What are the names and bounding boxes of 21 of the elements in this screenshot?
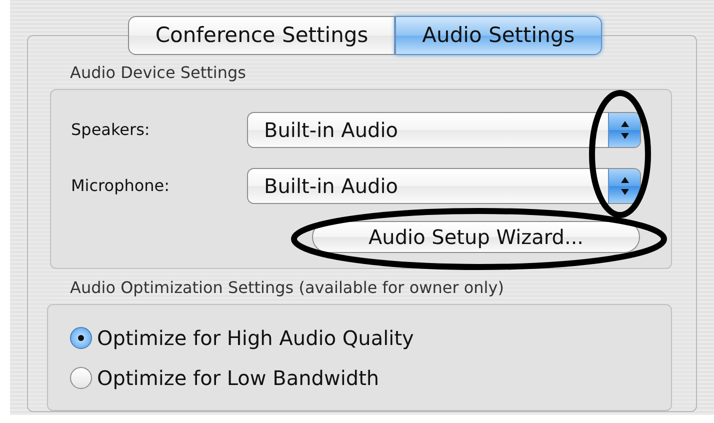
wizard-button[interactable]: Audio Setup Wizard... — [312, 221, 640, 253]
popup-menu[interactable]: Built-in Audio — [247, 112, 641, 148]
popup-value: Built-in Audio — [263, 173, 400, 200]
radio-button[interactable] — [70, 327, 92, 349]
radio-label: Optimize for High Audio Quality — [97, 325, 414, 352]
field-label: Speakers: — [71, 119, 151, 141]
tab[interactable]: Conference Settings — [128, 16, 396, 55]
radio-label: Optimize for Low Bandwidth — [97, 365, 380, 392]
popup-value: Built-in Audio — [263, 117, 400, 144]
radio-option[interactable]: Optimize for Low Bandwidth — [70, 363, 671, 393]
section-title: Audio Optimization Settings (available for owner only) — [70, 278, 505, 298]
up-down-arrows-icon — [620, 120, 630, 140]
popup-menu[interactable]: Built-in Audio — [247, 168, 641, 204]
radio-option[interactable]: Optimize for High Audio Quality — [70, 323, 671, 353]
up-down-arrows-icon — [620, 176, 630, 196]
popup-stepper[interactable] — [608, 169, 640, 203]
field-label: Microphone: — [71, 175, 171, 197]
radio-button[interactable] — [70, 367, 92, 389]
tab[interactable]: Audio Settings — [395, 16, 602, 55]
section-title: Audio Device Settings — [70, 63, 247, 83]
popup-stepper[interactable] — [608, 113, 640, 147]
